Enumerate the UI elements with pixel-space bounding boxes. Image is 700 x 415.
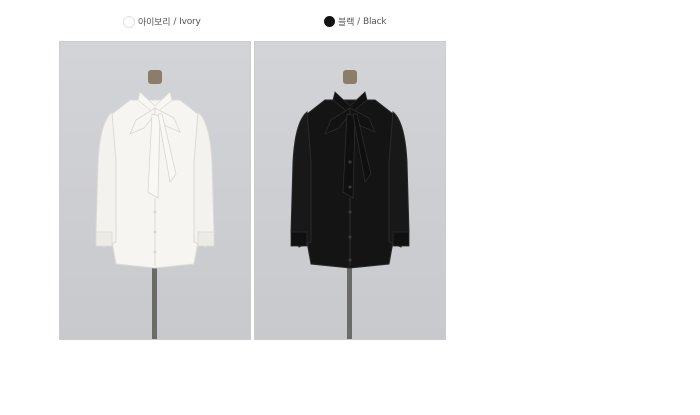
ivory-swatch-icon bbox=[123, 15, 135, 28]
mannequin-pole bbox=[152, 267, 157, 339]
product-photo-black bbox=[254, 41, 446, 340]
black-swatch-icon bbox=[324, 16, 335, 27]
product-photo-ivory bbox=[59, 41, 251, 340]
color-separator: / bbox=[357, 16, 361, 27]
color-option-ivory-label: 아이보리 / Ivory bbox=[123, 15, 201, 28]
ivory-blouse-image bbox=[60, 42, 250, 339]
color-name-en: Black bbox=[363, 16, 387, 27]
color-name-ko: 아이보리 bbox=[138, 18, 171, 28]
color-separator: / bbox=[173, 16, 177, 27]
black-blouse-image bbox=[255, 42, 445, 339]
color-name-en: Ivory bbox=[179, 16, 201, 27]
mannequin-neck bbox=[148, 70, 162, 84]
color-option-black-label: 블랙 / Black bbox=[324, 15, 387, 28]
mannequin-pole bbox=[347, 267, 352, 339]
color-name-ko: 블랙 bbox=[338, 18, 355, 28]
mannequin-neck bbox=[343, 70, 357, 84]
